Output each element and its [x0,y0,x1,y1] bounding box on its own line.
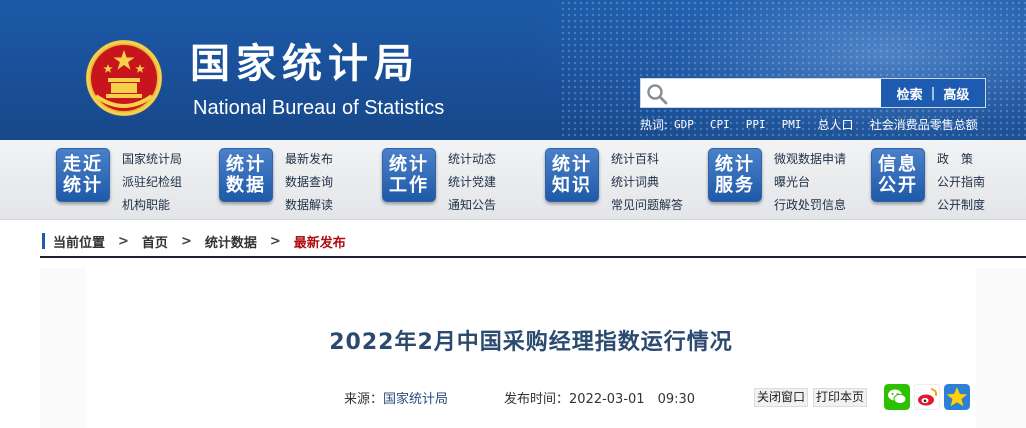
nav-link[interactable]: 机构职能 [122,194,232,217]
nav-link[interactable]: 统计百科 [611,148,721,171]
qzone-icon[interactable] [944,384,970,410]
breadcrumb-label: 当前位置 [53,235,106,251]
breadcrumb-marker [42,233,45,249]
nav-link[interactable]: 最新发布 [285,148,395,171]
nav-badge-line: 统计 [715,154,755,175]
nav-badge-line: 服务 [715,175,755,196]
hot-word-link[interactable]: GDP [674,118,694,131]
nav-link[interactable]: 常见问题解答 [611,194,721,217]
breadcrumb-stat-data[interactable]: 统计数据 [205,232,257,251]
site-title-en: National Bureau of Statistics [193,97,445,119]
search-button-separator: | [930,85,936,101]
article-title: 2022年2月中国采购经理指数运行情况 [329,330,733,355]
nav-badge-line: 工作 [389,175,429,196]
source-value: 国家统计局 [383,392,449,407]
nav-link[interactable]: 通知公告 [448,194,558,217]
nav-badge-work[interactable]: 统计 工作 [382,148,436,202]
nav-links: 政 策 公开指南 公开制度 [937,148,1026,217]
nav-badge-data[interactable]: 统计 数据 [219,148,273,202]
article-source: 来源：国家统计局 [344,388,448,407]
nav-badge-line: 统计 [226,154,266,175]
nav-badge-line: 信息 [878,154,918,175]
weibo-icon[interactable] [914,384,940,410]
search-buttons: 检索 | 高级 [881,79,985,107]
nav-links: 最新发布 数据查询 数据解读 [285,148,395,217]
hot-word-link[interactable]: PPI [746,118,766,131]
publish-time-label: 发布时间： [504,392,570,407]
site-header: 国家统计局 National Bureau of Statistics 检索 |… [0,0,1026,140]
breadcrumb-separator: > [269,233,281,249]
nav-links: 国家统计局 派驻纪检组 机构职能 [122,148,232,217]
nav-link[interactable]: 统计词典 [611,171,721,194]
nav-badge-line: 统计 [389,154,429,175]
nav-link[interactable]: 微观数据申请 [774,148,884,171]
nav-link[interactable]: 派驻纪检组 [122,171,232,194]
breadcrumb-separator: > [118,233,129,249]
search-button[interactable]: 检索 [897,84,923,103]
search-bar: 检索 | 高级 [640,78,986,108]
national-emblem-icon [86,40,162,116]
article: 2022年2月中国采购经理指数运行情况 来源：国家统计局 发布时间：2022-0… [86,268,976,428]
breadcrumb-home[interactable]: 首页 [142,232,168,251]
hot-word-link[interactable]: PMI [782,118,802,131]
hot-words-label: 热词: [640,117,669,132]
nav-link[interactable]: 曝光台 [774,171,884,194]
search-input[interactable] [673,81,913,105]
main-navigation: 走近 统计 国家统计局 派驻纪检组 机构职能 统计 数据 最新发布 数据查询 数… [0,140,1026,220]
nav-badge-line: 统计 [552,154,592,175]
hot-word-link[interactable]: 社会消费品零售总额 [870,116,978,133]
nav-link[interactable]: 统计动态 [448,148,558,171]
nav-links: 统计百科 统计词典 常见问题解答 [611,148,721,217]
hot-word-link[interactable]: CPI [710,118,730,131]
nav-badge-about[interactable]: 走近 统计 [56,148,110,202]
nav-badge-disclosure[interactable]: 信息 公开 [871,148,925,202]
close-window-button[interactable]: 关闭窗口 [754,388,809,407]
breadcrumb-current[interactable]: 最新发布 [294,232,346,251]
search-icon[interactable] [645,82,669,106]
nav-link[interactable]: 公开制度 [937,194,1026,217]
nav-badge-line: 统计 [63,175,103,196]
nav-badge-service[interactable]: 统计 服务 [708,148,762,202]
nav-badge-line: 数据 [226,175,266,196]
advanced-search-button[interactable]: 高级 [943,84,969,103]
breadcrumb-separator: > [180,233,192,249]
article-publish-time: 发布时间：2022-03-01 09:30 [504,388,695,407]
nav-badge-line: 公开 [878,175,918,196]
nav-link[interactable]: 政 策 [937,148,1026,171]
nav-link[interactable]: 行政处罚信息 [774,194,884,217]
nav-badge-line: 知识 [552,175,592,196]
source-label: 来源： [344,392,384,407]
nav-link[interactable]: 统计党建 [448,171,558,194]
nav-links: 统计动态 统计党建 通知公告 [448,148,558,217]
content-area: 2022年2月中国采购经理指数运行情况 来源：国家统计局 发布时间：2022-0… [40,268,1026,428]
nav-badge-line: 走近 [63,154,103,175]
nav-links: 微观数据申请 曝光台 行政处罚信息 [774,148,884,217]
breadcrumb: 当前位置 > 首页 > 统计数据 > 最新发布 [40,226,1026,258]
nav-badge-knowledge[interactable]: 统计 知识 [545,148,599,202]
publish-time-value: 2022-03-01 09:30 [569,392,696,407]
nav-link[interactable]: 国家统计局 [122,148,232,171]
hot-words: 热词: GDP CPI PPI PMI 总人口 社会消费品零售总额 [640,115,994,133]
wechat-icon[interactable] [884,384,910,410]
nav-link[interactable]: 数据查询 [285,171,395,194]
nav-link[interactable]: 数据解读 [285,194,395,217]
nav-link[interactable]: 公开指南 [937,171,1026,194]
print-page-button[interactable]: 打印本页 [813,388,868,407]
hot-word-link[interactable]: 总人口 [818,116,854,133]
site-title-cn: 国家统计局 [190,41,420,87]
